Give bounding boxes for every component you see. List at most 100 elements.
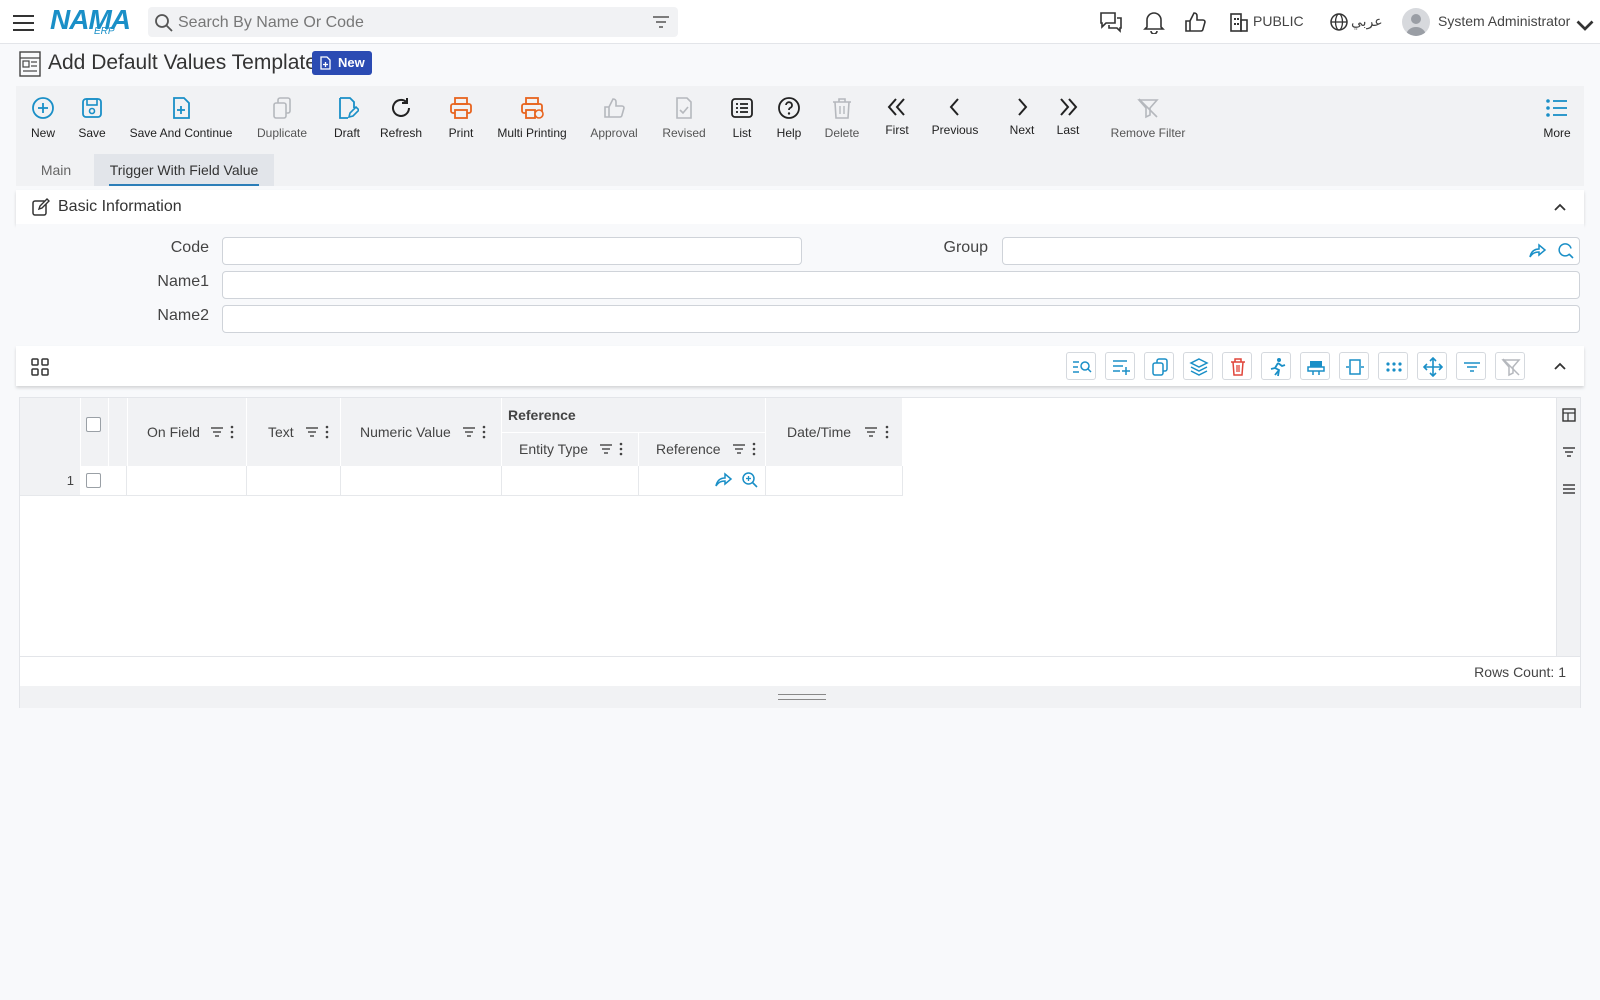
menu-icon[interactable] (12, 12, 36, 32)
previous-button[interactable]: Previous (930, 86, 980, 154)
more-button[interactable]: More (1540, 86, 1574, 154)
company-icon[interactable] (1226, 10, 1252, 34)
menu-lines-icon[interactable] (1562, 482, 1576, 496)
grid-dots-button[interactable] (1378, 352, 1408, 380)
running-person-icon (1270, 358, 1286, 377)
share-forward-icon[interactable] (1529, 243, 1547, 259)
grid-add-row-button[interactable] (1105, 352, 1135, 380)
column-header-date-time[interactable]: Date/Time (787, 424, 851, 440)
column-menu-icon[interactable] (885, 425, 889, 439)
new-button[interactable]: New (28, 86, 58, 154)
column-header-reference[interactable]: Reference (656, 441, 721, 457)
draft-button[interactable]: Draft (330, 86, 364, 154)
chat-icon[interactable] (1098, 10, 1124, 34)
save-button[interactable]: Save (76, 86, 108, 154)
grid-resize-handle[interactable] (20, 686, 1580, 708)
group-field[interactable] (1002, 237, 1580, 265)
column-filter-icon[interactable] (305, 425, 319, 439)
column-header-numeric-value[interactable]: Numeric Value (360, 424, 451, 440)
search-lookup-icon[interactable] (741, 471, 759, 489)
column-group-reference: Reference (508, 407, 576, 423)
filter-icon[interactable] (652, 14, 670, 30)
duplicate-label: Duplicate (256, 126, 308, 140)
cell-date-time[interactable] (766, 466, 903, 496)
columns-icon[interactable] (1562, 408, 1576, 422)
revised-button[interactable]: Revised (662, 86, 706, 154)
code-field[interactable] (222, 237, 802, 265)
avatar[interactable] (1402, 8, 1430, 36)
first-label: First (885, 123, 909, 137)
column-menu-icon[interactable] (230, 425, 234, 439)
logo[interactable]: NAMA ERP (50, 4, 132, 40)
approval-button[interactable]: Approval (589, 86, 639, 154)
grid-search-button[interactable] (1066, 352, 1096, 380)
filter-lines-icon (1464, 362, 1480, 372)
chevron-up-icon[interactable] (1552, 199, 1568, 215)
grid-fit-button[interactable] (1339, 352, 1369, 380)
column-filter-icon[interactable] (732, 442, 746, 456)
grid-remove-filter-button[interactable] (1495, 352, 1525, 380)
layers-icon (1189, 358, 1209, 376)
select-all-checkbox[interactable] (86, 417, 101, 432)
column-header-on-field[interactable]: On Field (147, 424, 200, 440)
search-box[interactable]: Search By Name Or Code (148, 7, 678, 37)
help-button[interactable]: Help (774, 86, 804, 154)
globe-icon[interactable] (1326, 10, 1352, 34)
more-list-icon (1546, 99, 1567, 117)
last-button[interactable]: Last (1050, 86, 1086, 154)
column-menu-icon[interactable] (482, 425, 486, 439)
column-header-entity-type[interactable]: Entity Type (519, 441, 588, 457)
user-name[interactable]: System Administrator (1438, 13, 1570, 29)
column-filter-icon[interactable] (462, 425, 476, 439)
delete-button[interactable]: Delete (822, 86, 862, 154)
print-button[interactable]: Print (446, 86, 476, 154)
grid-view-icon[interactable] (30, 357, 50, 377)
column-menu-icon[interactable] (619, 442, 623, 456)
chevron-up-icon[interactable] (1552, 358, 1568, 374)
grid-filter-button[interactable] (1456, 352, 1486, 380)
language-label[interactable]: عربي (1351, 13, 1383, 30)
grid-delete-button[interactable] (1222, 352, 1252, 380)
basic-information-header[interactable]: Basic Information (16, 190, 1584, 224)
grid-move-button[interactable] (1417, 352, 1447, 380)
grid-run-button[interactable] (1261, 352, 1291, 380)
column-header-text[interactable]: Text (268, 424, 294, 440)
refresh-button[interactable]: Refresh (378, 86, 424, 154)
column-menu-icon[interactable] (752, 442, 756, 456)
column-filter-icon[interactable] (599, 442, 613, 456)
cell-on-field[interactable] (127, 466, 247, 496)
save-and-continue-button[interactable]: Save And Continue (129, 86, 233, 154)
grid-layers-button[interactable] (1183, 352, 1213, 380)
grid-freeze-button[interactable] (1300, 352, 1330, 380)
column-filter-icon[interactable] (210, 425, 224, 439)
name1-field[interactable] (222, 271, 1580, 299)
chevron-down-icon[interactable] (1572, 14, 1598, 38)
multi-printing-button[interactable]: Multi Printing (496, 86, 568, 154)
share-forward-icon[interactable] (715, 472, 733, 488)
search-lookup-icon[interactable] (1557, 242, 1575, 260)
remove-filter-button[interactable]: Remove Filter (1098, 86, 1198, 154)
column-menu-icon[interactable] (325, 425, 329, 439)
column-filter-icon[interactable] (864, 425, 878, 439)
cell-entity-type[interactable] (502, 466, 639, 496)
cell-numeric-value[interactable] (341, 466, 502, 496)
cell-text[interactable] (247, 466, 341, 496)
tab-main[interactable]: Main (26, 154, 86, 186)
company-label[interactable]: PUBLIC (1253, 13, 1304, 29)
name2-field[interactable] (222, 305, 1580, 333)
list-button[interactable]: List (729, 86, 755, 154)
trash-icon (833, 98, 851, 119)
thumbs-up-icon[interactable] (1183, 10, 1209, 34)
next-button[interactable]: Next (1002, 86, 1042, 154)
first-button[interactable]: First (882, 86, 912, 154)
row-checkbox[interactable] (86, 473, 101, 488)
tab-trigger-with-field-value[interactable]: Trigger With Field Value (94, 154, 274, 186)
bell-icon[interactable] (1141, 10, 1167, 34)
search-input[interactable]: Search By Name Or Code (178, 14, 364, 32)
filter-lines-icon[interactable] (1562, 445, 1576, 459)
duplicate-button[interactable]: Duplicate (255, 86, 309, 154)
cell-reference[interactable] (639, 466, 766, 496)
last-label: Last (1056, 123, 1080, 137)
chevrons-right-icon (1060, 98, 1078, 116)
grid-copy-button[interactable] (1144, 352, 1174, 380)
